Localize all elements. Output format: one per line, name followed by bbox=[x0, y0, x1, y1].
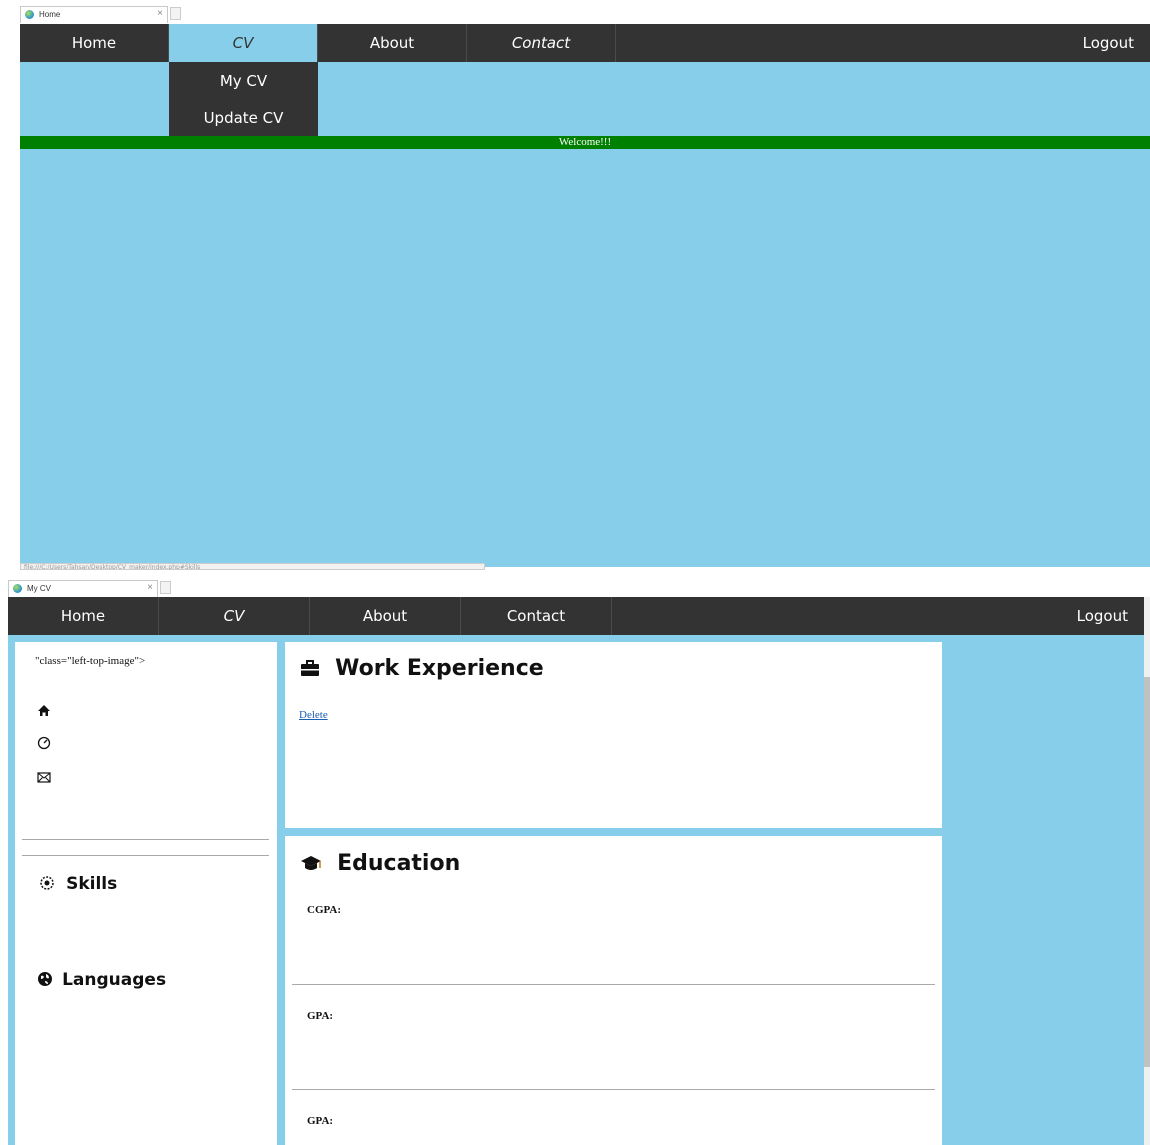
nav-home[interactable]: Home bbox=[20, 24, 169, 62]
cgpa-label: CGPA: bbox=[307, 904, 342, 916]
gpa-label: GPA: bbox=[307, 1010, 334, 1022]
sidebar-divider bbox=[22, 855, 269, 856]
skills-title: Skills bbox=[66, 874, 118, 894]
new-tab-button[interactable] bbox=[160, 581, 171, 594]
cv-window: My CV × Home CV About Contact Logout "cl… bbox=[0, 570, 1150, 1145]
status-bar-url: file:///C:/Users/Tahsan/Desktop/CV_maker… bbox=[20, 563, 485, 570]
delete-link[interactable]: Delete bbox=[299, 709, 328, 721]
work-experience-title: Work Experience bbox=[335, 656, 544, 681]
favicon-icon bbox=[25, 10, 34, 19]
graduation-cap-icon bbox=[300, 855, 322, 877]
education-heading: Education bbox=[300, 851, 460, 877]
dropdown-update-cv[interactable]: Update CV bbox=[169, 99, 318, 136]
browser-tab-home[interactable]: Home × bbox=[20, 6, 168, 23]
languages-heading: Languages bbox=[37, 970, 166, 991]
briefcase-icon bbox=[300, 660, 320, 681]
languages-title: Languages bbox=[62, 970, 167, 990]
education-divider bbox=[292, 984, 935, 985]
vertical-scrollbar[interactable] bbox=[1144, 597, 1150, 1145]
work-experience-heading: Work Experience bbox=[300, 656, 544, 681]
nav-logout[interactable]: Logout bbox=[1083, 24, 1150, 62]
nav-about[interactable]: About bbox=[310, 597, 461, 635]
nav-about[interactable]: About bbox=[318, 24, 467, 62]
skills-heading: Skills bbox=[39, 874, 117, 895]
dashboard-icon[interactable] bbox=[37, 736, 51, 754]
education-title: Education bbox=[337, 851, 461, 876]
tab-close-button[interactable]: × bbox=[147, 582, 153, 593]
gpa-label: GPA: bbox=[307, 1115, 334, 1127]
sidebar-panel: "class="left-top-image"> Skills Language… bbox=[15, 642, 277, 1145]
scrollbar-thumb[interactable] bbox=[1144, 677, 1150, 1067]
gear-icon bbox=[39, 875, 55, 895]
nav-bar: Home CV About Contact Logout bbox=[8, 597, 1144, 635]
favicon-icon bbox=[13, 584, 22, 593]
dropdown-my-cv[interactable]: My CV bbox=[169, 62, 318, 99]
tab-title: Home bbox=[39, 10, 61, 19]
welcome-banner: Welcome!!! bbox=[20, 136, 1150, 149]
education-panel: Education CGPA: GPA: GPA: bbox=[285, 836, 942, 1145]
globe-icon bbox=[37, 971, 53, 991]
nav-cv[interactable]: CV bbox=[169, 24, 318, 62]
education-divider bbox=[292, 1089, 935, 1090]
cv-dropdown-menu: My CV Update CV bbox=[169, 62, 318, 136]
work-experience-panel: Work Experience Delete bbox=[285, 642, 942, 828]
nav-home[interactable]: Home bbox=[8, 597, 159, 635]
envelope-icon[interactable] bbox=[37, 771, 51, 787]
nav-cv[interactable]: CV bbox=[159, 597, 310, 635]
home-icon[interactable] bbox=[37, 704, 51, 721]
left-top-image-text: "class="left-top-image"> bbox=[35, 655, 146, 667]
new-tab-button[interactable] bbox=[170, 7, 181, 20]
sidebar-divider bbox=[22, 839, 269, 840]
home-window: Home × Home CV About Contact Logout My C… bbox=[0, 0, 1150, 570]
tab-title: My CV bbox=[27, 584, 51, 593]
browser-tab-my-cv[interactable]: My CV × bbox=[8, 580, 158, 597]
nav-logout[interactable]: Logout bbox=[1077, 597, 1144, 635]
tab-close-button[interactable]: × bbox=[157, 8, 163, 19]
nav-bar: Home CV About Contact Logout bbox=[20, 24, 1150, 62]
nav-contact[interactable]: Contact bbox=[461, 597, 612, 635]
nav-contact[interactable]: Contact bbox=[467, 24, 616, 62]
